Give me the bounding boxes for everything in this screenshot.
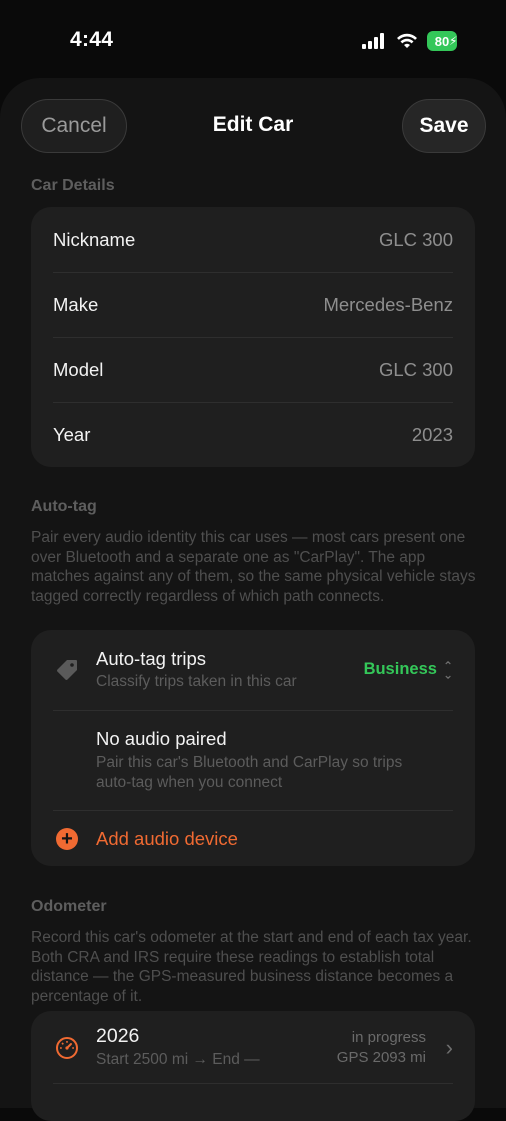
odometer-range: Start 2500 mi → End — xyxy=(96,1051,260,1068)
no-audio-title: No audio paired xyxy=(96,728,227,749)
odometer-card: 2026 Start 2500 mi → End — in progress G… xyxy=(31,1011,475,1121)
year-label: Year xyxy=(53,424,91,445)
make-row[interactable]: Make Mercedes-Benz xyxy=(31,272,475,337)
model-label: Model xyxy=(53,359,104,380)
auto-tag-trips-title: Auto-tag trips xyxy=(96,648,207,669)
make-label: Make xyxy=(53,294,99,315)
save-button[interactable]: Save xyxy=(402,99,486,153)
nickname-value[interactable]: GLC 300 xyxy=(379,229,453,251)
year-row[interactable]: Year 2023 xyxy=(31,402,475,467)
year-value[interactable]: 2023 xyxy=(412,424,453,446)
car-details-card: Nickname GLC 300 Make Mercedes-Benz Mode… xyxy=(31,207,475,467)
auto-tag-trips-row[interactable]: Auto-tag trips Classify trips taken in t… xyxy=(31,630,475,710)
model-value[interactable]: GLC 300 xyxy=(379,359,453,381)
wifi-icon xyxy=(397,33,417,48)
auto-tag-description: Pair every audio identity this car uses … xyxy=(31,529,476,605)
nickname-label: Nickname xyxy=(53,229,136,250)
odometer-status: in progress xyxy=(351,1029,426,1046)
divider xyxy=(53,1083,453,1084)
add-audio-device-button[interactable]: + Add audio device xyxy=(31,810,475,866)
status-bar: 4:44 80 ⚡ xyxy=(0,0,506,80)
make-value[interactable]: Mercedes-Benz xyxy=(323,294,453,316)
no-audio-row: No audio paired Pair this car's Bluetoot… xyxy=(31,710,475,810)
nickname-row[interactable]: Nickname GLC 300 xyxy=(31,207,475,272)
auto-tag-label: Auto-tag xyxy=(31,498,97,515)
trip-category-value: Business xyxy=(363,660,437,678)
auto-tag-card: Auto-tag trips Classify trips taken in t… xyxy=(31,630,475,866)
odometer-year: 2026 xyxy=(96,1025,140,1047)
tag-icon xyxy=(57,660,77,680)
edit-car-sheet: Cancel Edit Car Save Car Details Nicknam… xyxy=(0,78,506,1121)
charging-bolt-icon: ⚡ xyxy=(449,34,458,48)
odometer-gps-distance: GPS 2093 mi xyxy=(336,1049,426,1066)
add-audio-device-label: Add audio device xyxy=(96,828,238,849)
cellular-signal-icon xyxy=(362,33,384,49)
no-audio-subtitle: Pair this car's Bluetooth and CarPlay so… xyxy=(96,754,403,791)
odometer-label: Odometer xyxy=(31,898,107,915)
speedometer-icon xyxy=(56,1037,78,1059)
trip-category-picker[interactable]: Business ⌃ ⌃ xyxy=(363,658,453,681)
chevron-right-icon: › xyxy=(445,1035,453,1060)
add-icon: + xyxy=(56,828,78,850)
battery-indicator: 80 ⚡ xyxy=(427,31,461,51)
odometer-description: Record this car's odometer at the start … xyxy=(31,929,472,1005)
chevron-up-down-icon: ⌃ ⌃ xyxy=(442,658,453,681)
odometer-year-row[interactable]: 2026 Start 2500 mi → End — in progress G… xyxy=(31,1011,475,1083)
car-details-label: Car Details xyxy=(31,177,115,194)
model-row[interactable]: Model GLC 300 xyxy=(31,337,475,402)
status-time: 4:44 xyxy=(70,28,114,51)
